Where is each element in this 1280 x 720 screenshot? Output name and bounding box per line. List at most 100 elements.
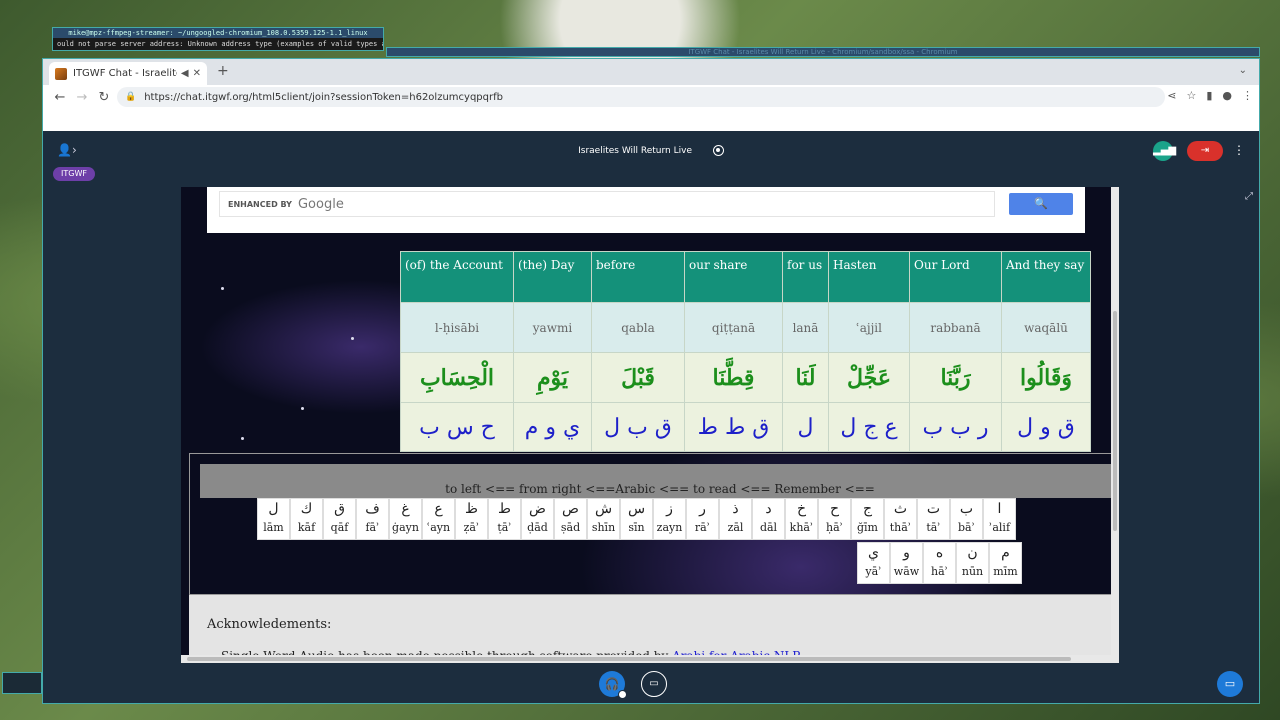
fullscreen-icon[interactable]: ⤢ [1245, 191, 1253, 202]
google-label: Google [297, 196, 344, 212]
reload-icon[interactable]: ↻ [93, 90, 115, 105]
letter-glyph: ع [434, 501, 443, 517]
tab-title: ITGWF Chat - Israelites [73, 68, 177, 79]
root-letters-cell: ي و م [513, 402, 592, 452]
address-bar[interactable]: 🔒 https://chat.itgwf.org/html5client/joi… [117, 87, 1165, 107]
letter-name: ġayn [392, 521, 419, 534]
itgwf-badge[interactable]: ITGWF [53, 167, 95, 181]
letter-name: lām [263, 521, 284, 534]
alphabet-letter: ت tāʾ [917, 498, 950, 540]
alphabet-letter: ن nūn [956, 542, 989, 584]
letter-name: nūn [961, 565, 984, 578]
alphabet-letter: خ khāʾ [785, 498, 818, 540]
letter-glyph: ق [334, 501, 345, 517]
url-text: https://chat.itgwf.org/html5client/join?… [144, 91, 503, 103]
letter-glyph: و [903, 545, 910, 561]
ack-heading: Acknowledements: [207, 617, 332, 632]
horizontal-scrollbar[interactable] [181, 655, 1111, 663]
letter-name: ṣād [560, 521, 581, 534]
letter-glyph: غ [401, 501, 410, 517]
options-menu-icon[interactable]: ⋮ [1233, 143, 1245, 157]
alphabet-row-1: ا ʾalif ب bāʾ ت tāʾ ث thāʾ ج ğīm ح ḥāʾ خ khāʾ د dāl ذ zāl… [220, 498, 1016, 540]
search-button[interactable]: 🔍 [1009, 193, 1073, 215]
translit-cell: waqālū [1001, 302, 1091, 353]
alphabet-letter: ث thāʾ [884, 498, 917, 540]
letter-name: ḍād [527, 521, 548, 534]
star [241, 437, 244, 440]
headphones-icon[interactable]: 🎧 [599, 671, 627, 699]
star-icon[interactable]: ☆ [1186, 89, 1196, 102]
letter-glyph: ت [926, 501, 941, 517]
letter-name: bāʾ [958, 521, 975, 534]
letter-name: ğīm [857, 521, 878, 534]
back-icon[interactable]: ← [49, 90, 71, 105]
background-window-title[interactable]: ITGWF Chat - Israelites Will Return Live… [386, 47, 1260, 57]
forward-icon[interactable]: → [71, 90, 93, 105]
desktop-pager[interactable] [2, 672, 42, 694]
google-search-box: ENHANCED BY Google 🔍 [207, 187, 1085, 233]
arabic-word-cell: رَبَّنَا [909, 352, 1002, 403]
alphabet-letter: ع ʿayn [422, 498, 455, 540]
close-icon[interactable]: ✕ [193, 68, 201, 79]
letter-name: ṭāʾ [497, 521, 512, 534]
vertical-scrollbar[interactable] [1111, 187, 1119, 663]
root-letters-cell: ع ج ل [828, 402, 910, 452]
speaker-icon[interactable]: ◀ [181, 68, 189, 79]
letter-glyph: ن [967, 545, 978, 561]
letter-glyph: ص [562, 501, 579, 517]
chevron-down-icon[interactable]: ⌄ [1239, 65, 1247, 76]
root-letters-cell: ق ط ط [684, 402, 783, 452]
translit-cell: rabbanā [909, 302, 1002, 353]
connection-status-icon[interactable]: ▂▄▆ [1153, 141, 1176, 161]
terminal-title[interactable]: mike@mpz-ffmpeg-streamer: ~/ungoogled-ch… [53, 28, 383, 38]
arabic-row: الْحِسَابِ يَوْمِ قَبْلَ قِطَّنَا لَنَا عَجِّ… [400, 352, 1091, 403]
scroll-thumb[interactable] [187, 657, 1071, 661]
translit-cell: l-ḥisābi [400, 302, 514, 353]
alphabet-letter: ا ʾalif [983, 498, 1016, 540]
letter-glyph: ذ [732, 501, 739, 517]
root-letters-cell: ل [782, 402, 829, 452]
profile-icon[interactable]: ● [1222, 89, 1232, 102]
vocab-table: (of) the Account (the) Day before our share… [400, 251, 1091, 452]
screenshare-icon[interactable]: ▭ [1217, 671, 1243, 697]
letter-name: rāʾ [694, 521, 711, 534]
letter-glyph: ظ [465, 501, 478, 517]
letter-name: thāʾ [889, 521, 912, 534]
english-cell: our share [684, 251, 783, 303]
search-input[interactable]: ENHANCED BY Google [219, 191, 995, 217]
letter-name: ʾalif [988, 521, 1011, 534]
tab-itgwf-chat[interactable]: ITGWF Chat - Israelites ◀ ✕ [49, 62, 207, 85]
new-tab-button[interactable]: + [217, 63, 229, 79]
alphabet-letter: س sīn [620, 498, 653, 540]
english-cell: (the) Day [513, 251, 592, 303]
letter-name: zāl [727, 521, 744, 534]
scroll-thumb[interactable] [1113, 311, 1117, 531]
letter-name: fāʾ [365, 521, 380, 534]
transliteration-row: l-ḥisābi yawmi qabla qiṭṭanā lanā ʿajjil rabba… [400, 302, 1091, 353]
alphabet-letter: ه hāʾ [923, 542, 956, 584]
arabic-word-cell: يَوْمِ [513, 352, 592, 403]
letter-name: zayn [656, 521, 683, 534]
english-cell: And they say [1001, 251, 1091, 303]
terminal-window[interactable]: mike@mpz-ffmpeg-streamer: ~/ungoogled-ch… [52, 27, 384, 51]
bbb-app: 👤› Israelites Will Return Live ▂▄▆ ⇥ ⋮ I… [43, 131, 1259, 703]
alphabet-letter: و wāw [890, 542, 923, 584]
root-letters-row: ح س بي و مق ب لق ط طلع ج لر ب بق و ل [400, 402, 1091, 452]
leave-session-button[interactable]: ⇥ [1187, 141, 1223, 161]
camera-off-icon[interactable]: ▭ [641, 671, 667, 697]
translit-cell: ʿajjil [828, 302, 910, 353]
recording-icon[interactable] [712, 145, 724, 156]
letter-glyph: ا [997, 501, 1002, 517]
kebab-menu-icon[interactable]: ⋮ [1242, 89, 1253, 102]
translit-cell: yawmi [513, 302, 592, 353]
sidepanel-icon[interactable]: ▮ [1206, 89, 1212, 102]
letter-glyph: ح [829, 501, 840, 517]
lock-icon[interactable]: 🔒 [125, 92, 136, 102]
english-cell: Our Lord [909, 251, 1002, 303]
alphabet-letter: ر rāʾ [686, 498, 719, 540]
alphabet-letter: ش shīn [587, 498, 620, 540]
alphabet-letter: ب bāʾ [950, 498, 983, 540]
share-icon[interactable]: ⋖ [1167, 89, 1176, 102]
translit-cell: qabla [591, 302, 685, 353]
audio-settings-dot[interactable] [618, 690, 627, 699]
